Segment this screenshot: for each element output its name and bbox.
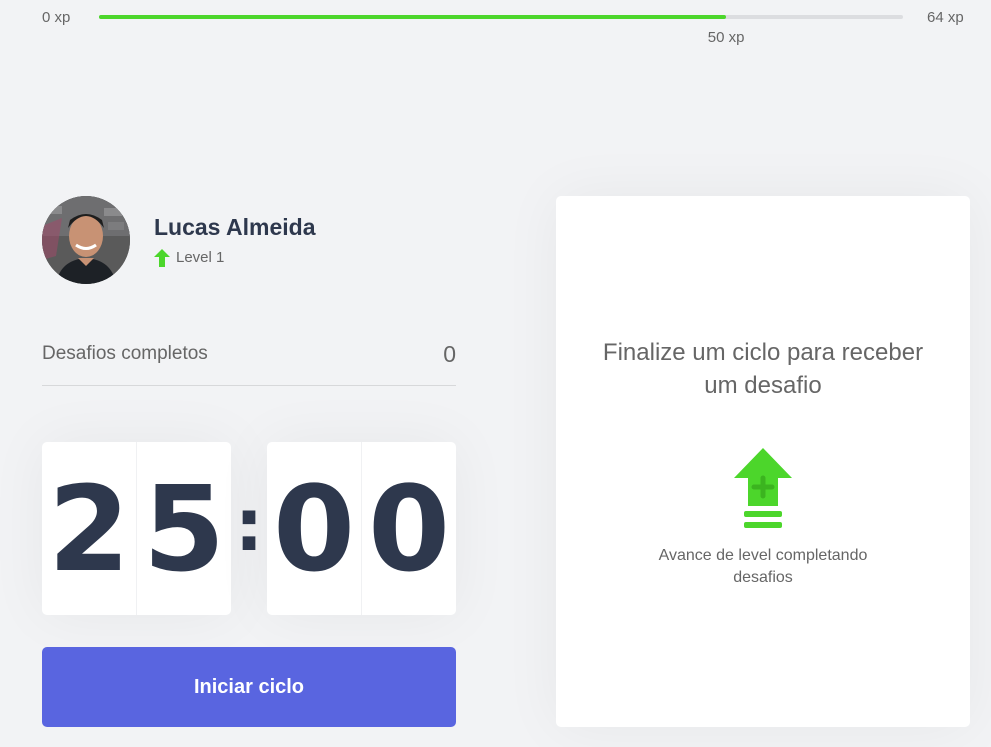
second-ones-digit: 0 xyxy=(361,442,456,615)
profile-info: Lucas Almeida Level 1 xyxy=(154,214,315,267)
experience-bar: 0 xp 50 xp 64 xp xyxy=(0,0,991,60)
minute-ones-digit: 5 xyxy=(136,442,231,615)
seconds-group: 0 0 xyxy=(267,442,456,615)
level-label: Level 1 xyxy=(176,249,225,266)
profile: Lucas Almeida Level 1 xyxy=(42,196,315,284)
xp-current-label: 50 xp xyxy=(707,29,745,46)
avatar xyxy=(42,196,130,284)
completed-challenges-label: Desafios completos xyxy=(42,343,208,364)
challenge-box-hint: Avance de level completando desafios xyxy=(658,547,868,586)
completed-challenges-count: 0 xyxy=(443,341,456,367)
countdown: 2 5 : 0 0 xyxy=(42,442,456,615)
second-tens-digit: 0 xyxy=(272,459,356,598)
level-up-arrow-icon xyxy=(154,248,170,267)
profile-level: Level 1 xyxy=(154,248,315,267)
xp-min-label: 0 xp xyxy=(42,9,71,26)
level-up-icon xyxy=(732,448,794,530)
minutes-group: 2 5 xyxy=(42,442,231,615)
xp-max-label: 64 xp xyxy=(927,9,964,26)
xp-progress-fill xyxy=(99,15,727,19)
challenge-box: Finalize um ciclo para receber um desafi… xyxy=(556,196,970,727)
challenge-box-title: Finalize um ciclo para receber um desafi… xyxy=(602,339,924,399)
profile-name: Lucas Almeida xyxy=(154,213,316,240)
start-cycle-button[interactable]: Iniciar ciclo xyxy=(42,647,456,727)
xp-track xyxy=(99,15,903,19)
completed-challenges: Desafios completos 0 xyxy=(42,336,456,386)
time-separator: : xyxy=(234,482,264,567)
minute-tens-digit: 2 xyxy=(47,459,131,598)
